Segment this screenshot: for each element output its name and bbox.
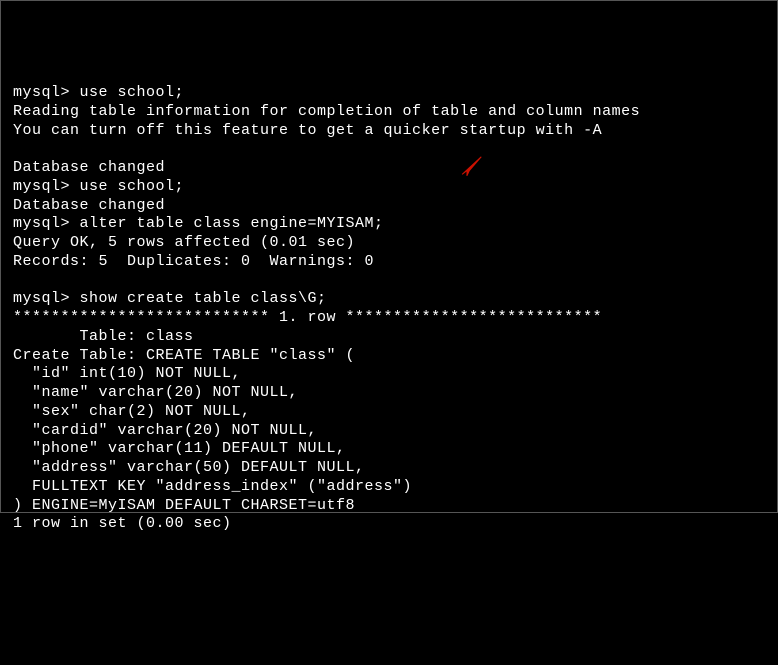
- terminal-line: "id" int(10) NOT NULL,: [13, 365, 765, 384]
- terminal-line: FULLTEXT KEY "address_index" ("address"): [13, 478, 765, 497]
- terminal-line: "cardid" varchar(20) NOT NULL,: [13, 422, 765, 441]
- terminal-line: Records: 5 Duplicates: 0 Warnings: 0: [13, 253, 765, 272]
- terminal-line: "address" varchar(50) DEFAULT NULL,: [13, 459, 765, 478]
- terminal-line: Reading table information for completion…: [13, 103, 765, 122]
- terminal-line: *************************** 1. row *****…: [13, 309, 765, 328]
- terminal-line: "name" varchar(20) NOT NULL,: [13, 384, 765, 403]
- terminal-line: Query OK, 5 rows affected (0.01 sec): [13, 234, 765, 253]
- terminal-line: mysql> use school;: [13, 178, 765, 197]
- terminal-line: [13, 272, 765, 291]
- terminal-line: You can turn off this feature to get a q…: [13, 122, 765, 141]
- terminal-line: Create Table: CREATE TABLE "class" (: [13, 347, 765, 366]
- terminal-line: mysql> alter table class engine=MYISAM;: [13, 215, 765, 234]
- terminal-line: Database changed: [13, 197, 765, 216]
- terminal-line: Table: class: [13, 328, 765, 347]
- terminal-line: "sex" char(2) NOT NULL,: [13, 403, 765, 422]
- terminal-line: "phone" varchar(11) DEFAULT NULL,: [13, 440, 765, 459]
- terminal-line: 1 row in set (0.00 sec): [13, 515, 765, 534]
- terminal-line: [13, 140, 765, 159]
- terminal-line: Database changed: [13, 159, 765, 178]
- terminal-line: ) ENGINE=MyISAM DEFAULT CHARSET=utf8: [13, 497, 765, 516]
- terminal-line: mysql> use school;: [13, 84, 765, 103]
- terminal-line: mysql> show create table class\G;: [13, 290, 765, 309]
- terminal-output: mysql> use school;Reading table informat…: [13, 84, 765, 534]
